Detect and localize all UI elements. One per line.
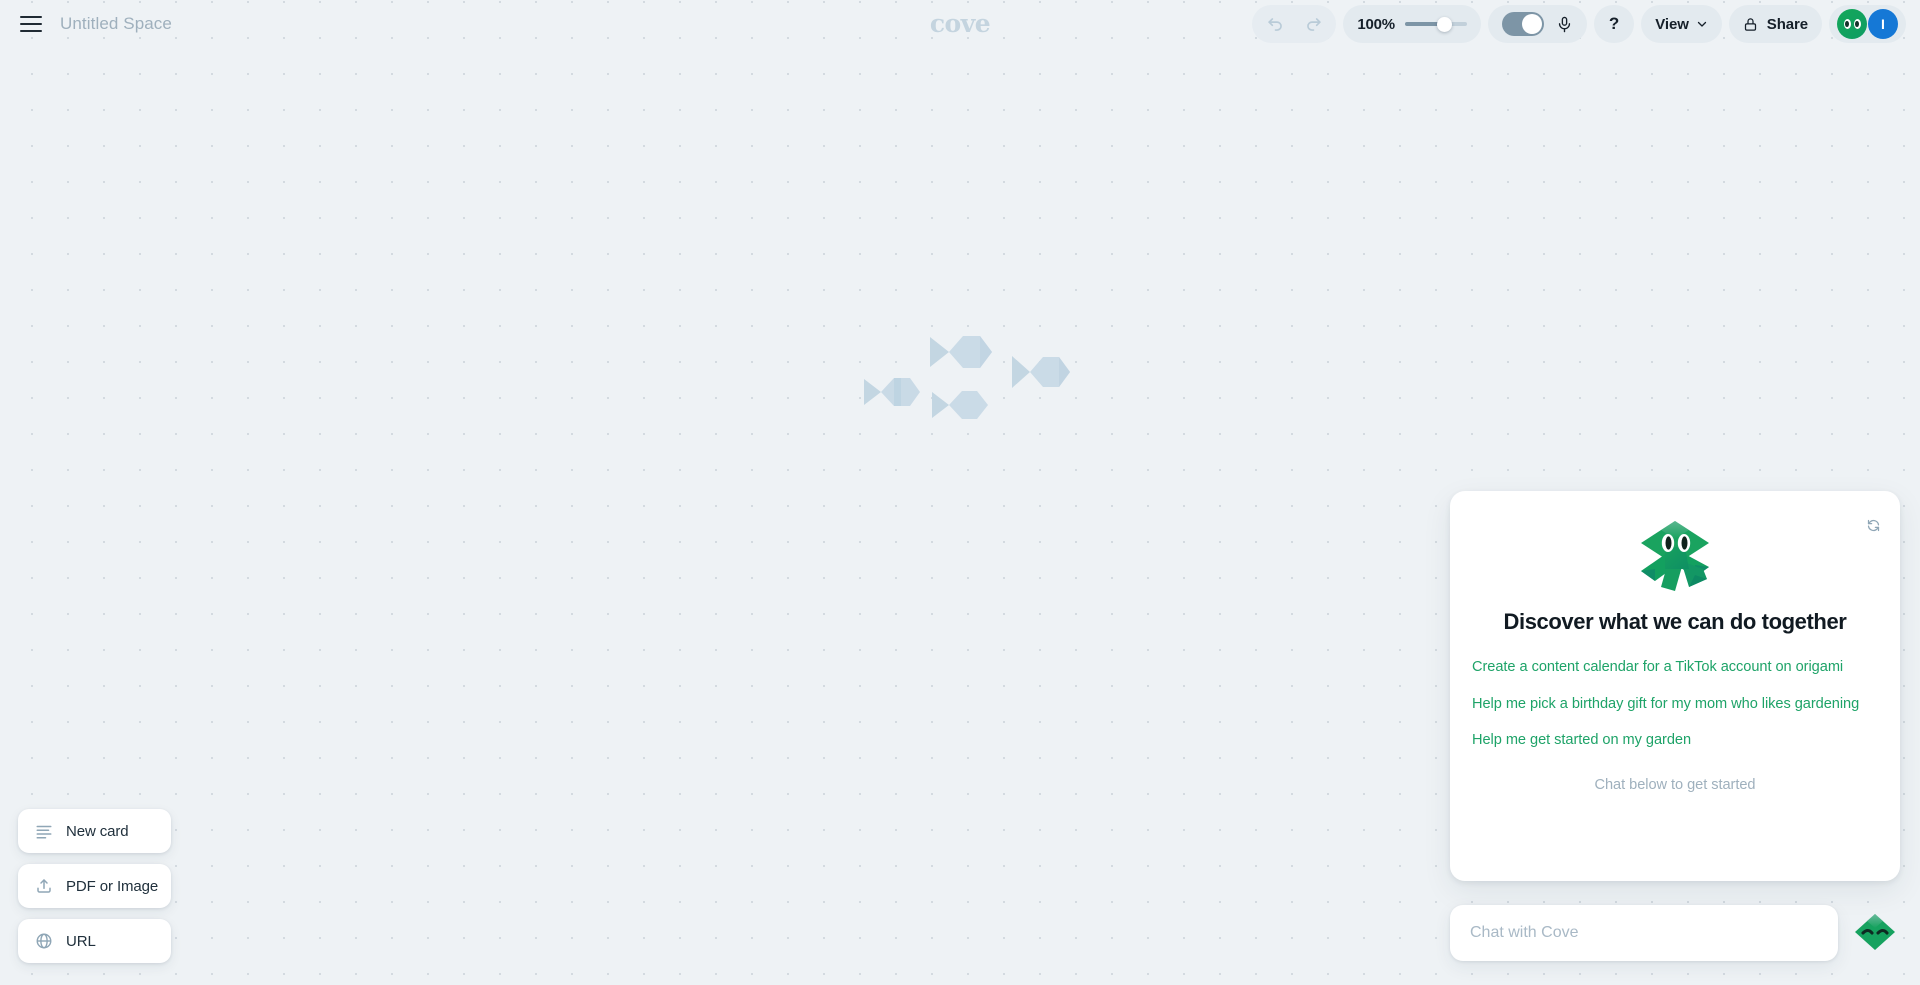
space-title[interactable]: Untitled Space <box>60 14 172 34</box>
redo-button[interactable] <box>1296 7 1330 41</box>
origami-fish-2 <box>930 336 992 368</box>
presence-toggle-knob <box>1521 14 1542 34</box>
cove-avatar-eyes <box>1843 19 1861 29</box>
presence-toggle[interactable] <box>1501 12 1544 36</box>
zoom-control-group: 100% <box>1343 5 1481 43</box>
collaborator-avatars[interactable]: I <box>1829 5 1906 43</box>
canvas-add-actions: New card PDF or Image URL <box>18 809 171 963</box>
origami-fish-4 <box>1012 356 1070 388</box>
presence-group <box>1487 5 1587 43</box>
pdf-or-image-button[interactable]: PDF or Image <box>18 864 171 908</box>
new-card-button[interactable]: New card <box>18 809 171 853</box>
chat-input[interactable] <box>1450 905 1838 961</box>
share-label: Share <box>1766 15 1808 33</box>
refresh-shuffle-icon[interactable] <box>1862 514 1884 536</box>
cove-frog-mascot <box>1472 491 1878 595</box>
cove-wordmark: cove <box>929 9 991 38</box>
globe-icon <box>35 932 53 950</box>
help-button[interactable]: ? <box>1593 5 1635 43</box>
upload-icon <box>35 877 53 895</box>
share-button[interactable]: Share <box>1728 5 1822 43</box>
origami-fish-1 <box>864 378 920 406</box>
undo-button[interactable] <box>1258 7 1292 41</box>
chevron-down-icon <box>1697 21 1706 27</box>
zoom-slider[interactable] <box>1404 5 1467 43</box>
origami-fish-3 <box>932 391 988 419</box>
text-lines-icon <box>35 822 53 840</box>
chat-input-row <box>1450 905 1900 961</box>
suggestion-item[interactable]: Help me get started on my garden <box>1472 730 1878 751</box>
toolbar-right-group: 100% ? View Share I <box>1252 5 1906 43</box>
microphone-icon[interactable] <box>1556 16 1573 33</box>
suggestion-item[interactable]: Help me pick a birthday gift for my mom … <box>1472 694 1878 715</box>
discover-panel: Discover what we can do together Create … <box>1450 491 1900 881</box>
panel-footer-hint: Chat below to get started <box>1594 777 1756 794</box>
user-avatar[interactable]: I <box>1868 9 1898 39</box>
cove-diamond-mascot-icon[interactable] <box>1850 908 1900 958</box>
help-label: ? <box>1608 14 1620 33</box>
cove-avatar[interactable] <box>1837 9 1867 39</box>
zoom-level-label: 100% <box>1357 15 1395 33</box>
hamburger-menu-icon[interactable] <box>20 16 42 32</box>
view-menu-button[interactable]: View <box>1641 5 1722 43</box>
history-group <box>1252 5 1337 43</box>
pdf-or-image-label: PDF or Image <box>66 877 159 895</box>
view-label: View <box>1655 15 1689 33</box>
suggestion-item[interactable]: Create a content calendar for a TikTok a… <box>1472 657 1878 678</box>
url-button[interactable]: URL <box>18 919 171 963</box>
suggestion-list: Create a content calendar for a TikTok a… <box>1472 657 1878 751</box>
new-card-label: New card <box>66 822 129 840</box>
url-label: URL <box>66 932 96 950</box>
panel-title: Discover what we can do together <box>1503 609 1847 634</box>
lock-icon <box>1744 17 1756 31</box>
user-avatar-initial: I <box>1881 16 1885 32</box>
zoom-slider-knob[interactable] <box>1436 16 1452 32</box>
